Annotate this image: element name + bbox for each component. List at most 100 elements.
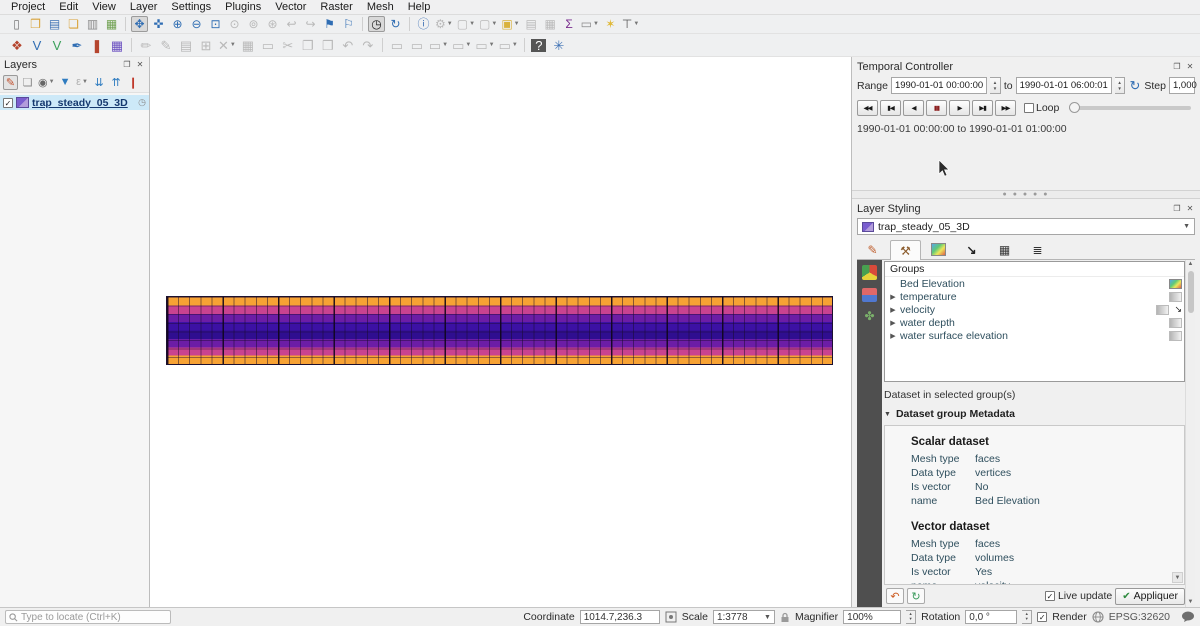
open-layer-styling-dock-button[interactable]: ✎ <box>3 75 18 90</box>
scroll-down-icon[interactable]: ▼ <box>1172 572 1183 583</box>
menu-plugins[interactable]: Plugins <box>218 0 268 14</box>
delete-selected-button[interactable]: ▭ <box>259 36 277 54</box>
map-tips-button[interactable]: ✶ <box>602 16 619 32</box>
group-row-water-depth[interactable]: ▶water depth <box>885 316 1184 329</box>
scroll-down-icon[interactable]: ▼ <box>1188 598 1194 607</box>
tab-vectors[interactable]: ↘ <box>956 239 987 259</box>
refresh-range-icon[interactable]: ↻ <box>1129 78 1140 94</box>
show-spatial-bookmarks-button[interactable]: ⚐ <box>340 16 357 32</box>
inactive-color-ramp-icon[interactable] <box>1169 318 1182 328</box>
zoom-in-button[interactable]: ⊕ <box>169 16 186 32</box>
field-calculator-button[interactable]: ▦ <box>542 16 559 32</box>
dataset-tree-icon[interactable] <box>862 288 877 302</box>
live-update-checkbox[interactable] <box>1045 591 1055 601</box>
menu-settings[interactable]: Settings <box>164 0 218 14</box>
close-icon[interactable]: ✕ <box>135 60 145 70</box>
undo-style-button[interactable]: ↶ <box>886 588 904 604</box>
label-toolbar-5-button[interactable]: ▭▼ <box>474 36 495 54</box>
zoom-full-button[interactable]: ⊡ <box>207 16 224 32</box>
skip-to-end-button[interactable]: ▶▮ <box>972 100 993 116</box>
pause-button[interactable]: ▮▮ <box>926 100 947 116</box>
rotation-input[interactable]: 0,0 ° <box>965 610 1017 624</box>
label-toolbar-4-button[interactable]: ▭▼ <box>451 36 472 54</box>
metadata-collapse-toggle[interactable]: ▼ Dataset group Metadata <box>884 408 1185 420</box>
scrollbar-handle[interactable] <box>1188 271 1194 313</box>
select-features-button[interactable]: ▢▼ <box>456 16 476 32</box>
copy-features-button[interactable]: ❐ <box>299 36 317 54</box>
rotation-spinner[interactable]: ▲▼ <box>1022 610 1032 624</box>
range-start-spinner[interactable]: ▲▼ <box>990 77 1001 94</box>
measure-line-button[interactable]: ▭▼ <box>580 16 600 32</box>
step-back-button[interactable]: ◀ <box>903 100 924 116</box>
label-toolbar-1-button[interactable]: ▭ <box>388 36 406 54</box>
magnifier-spinner[interactable]: ▲▼ <box>906 610 916 624</box>
styling-scrollbar[interactable]: ▲ ▼ <box>1185 260 1195 607</box>
add-feature-button[interactable]: ⊞ <box>197 36 215 54</box>
zoom-to-selection-button[interactable]: ⊙ <box>226 16 243 32</box>
menu-raster[interactable]: Raster <box>313 0 359 14</box>
menu-help[interactable]: Help <box>401 0 438 14</box>
fast-forward-button[interactable]: ▶▶ <box>995 100 1016 116</box>
new-project-button[interactable]: ▯ <box>8 16 25 32</box>
group-row-velocity[interactable]: ▶velocity↘ <box>885 303 1184 316</box>
refresh-map-button[interactable]: ↻ <box>387 16 404 32</box>
group-row-temperature[interactable]: ▶temperature <box>885 290 1184 303</box>
zoom-native-resolution-button[interactable]: ⊛ <box>264 16 281 32</box>
vector-arrow-icon[interactable]: ↘ <box>1174 304 1182 315</box>
undock-icon[interactable]: ❐ <box>122 60 132 70</box>
undo-button[interactable]: ↶ <box>339 36 357 54</box>
mesh-calculator-button[interactable]: ✳ <box>550 36 568 54</box>
tab-mesh-frame[interactable]: ▦ <box>989 239 1020 259</box>
magnifier-input[interactable]: 100% <box>843 610 901 624</box>
new-print-layout-button[interactable]: ▥ <box>84 16 101 32</box>
render-checkbox[interactable] <box>1037 612 1047 622</box>
menu-mesh[interactable]: Mesh <box>360 0 401 14</box>
add-mesh-layer-button[interactable]: ✒ <box>68 36 86 54</box>
manage-map-themes-button[interactable]: ◉▼ <box>37 75 56 90</box>
map-canvas[interactable] <box>150 57 851 607</box>
toggle-editing-button[interactable]: ✏ <box>137 36 155 54</box>
layer-name[interactable]: trap_steady_05_3D <box>32 97 128 109</box>
scroll-up-icon[interactable]: ▲ <box>1188 260 1194 269</box>
layout-manager-button[interactable]: ▦ <box>103 16 120 32</box>
zoom-next-button[interactable]: ↪ <box>302 16 319 32</box>
modify-attributes-button[interactable]: ▦ <box>239 36 257 54</box>
add-vector-layer-button[interactable]: V <box>28 36 46 54</box>
loop-checkbox[interactable] <box>1024 103 1034 113</box>
time-slider[interactable] <box>1069 106 1191 110</box>
lock-scale-icon[interactable] <box>780 612 790 623</box>
save-project-as-button[interactable]: ❏ <box>65 16 82 32</box>
mouse-position-toggle-icon[interactable] <box>665 611 677 623</box>
inactive-color-ramp-icon[interactable] <box>1169 331 1182 341</box>
layer-visibility-checkbox[interactable] <box>3 98 13 108</box>
vertex-tool-button[interactable]: ✕▼ <box>217 36 237 54</box>
expand-all-button[interactable]: ⇊ <box>92 75 107 90</box>
messages-bubble-icon[interactable] <box>1181 611 1195 623</box>
zoom-last-button[interactable]: ↩ <box>283 16 300 32</box>
expander-icon[interactable]: ▶ <box>889 306 897 314</box>
add-raster-layer-button[interactable]: V <box>48 36 66 54</box>
expander-icon[interactable]: ▶ <box>889 332 897 340</box>
time-slider-handle[interactable] <box>1069 102 1080 113</box>
expander-icon[interactable]: ▶ <box>889 319 897 327</box>
run-feature-action-button[interactable]: ⚙▼ <box>434 16 454 32</box>
tab-symbology[interactable]: ✎ <box>857 239 888 259</box>
expander-icon[interactable]: ▶ <box>889 293 897 301</box>
tab-mesh-settings[interactable]: ⚒ <box>890 240 921 260</box>
close-icon[interactable]: ✕ <box>1185 204 1195 214</box>
identify-features-button[interactable]: ⓘ <box>415 16 432 32</box>
skip-to-start-button[interactable]: ▮◀ <box>880 100 901 116</box>
select-by-expression-button[interactable]: ▣▼ <box>500 16 520 32</box>
inactive-color-ramp-icon[interactable] <box>1156 305 1169 315</box>
label-toolbar-2-button[interactable]: ▭ <box>408 36 426 54</box>
deselect-features-button[interactable]: ▢▼ <box>478 16 498 32</box>
new-spatial-bookmark-button[interactable]: ⚑ <box>321 16 338 32</box>
save-layer-edits-button[interactable]: ▤ <box>177 36 195 54</box>
crs-status[interactable]: EPSG:32620 <box>1109 611 1170 623</box>
scatter-arrows-icon[interactable]: ✤ <box>864 310 874 322</box>
paste-features-button[interactable]: ❒ <box>319 36 337 54</box>
coordinate-input[interactable]: 1014.7,236.3 <box>580 610 660 624</box>
dataset-groups-3d-icon[interactable] <box>862 265 877 280</box>
edit-pencil-button[interactable]: ✎ <box>157 36 175 54</box>
scale-combobox[interactable]: 1:3778 ▼ <box>713 610 775 624</box>
